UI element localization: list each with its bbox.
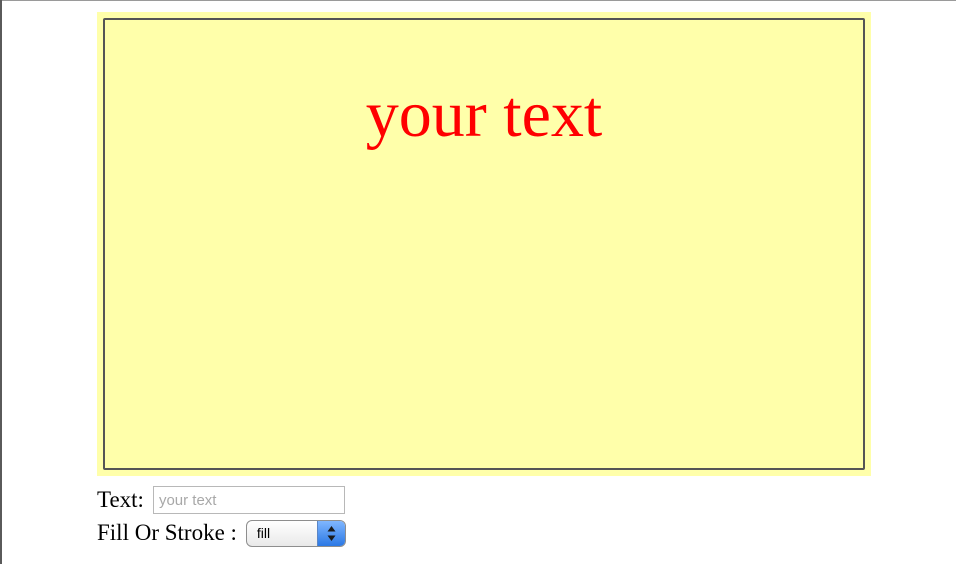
fill-stroke-label: Fill Or Stroke : <box>97 520 237 545</box>
canvas-text: your text <box>365 78 603 151</box>
fill-stroke-row: Fill Or Stroke : fill <box>97 519 346 547</box>
fill-stroke-selected-value: fill <box>256 524 271 541</box>
updown-arrows-icon <box>316 520 345 546</box>
drawing-canvas: your text <box>103 18 865 470</box>
fill-stroke-select[interactable]: fill <box>245 519 346 547</box>
text-input[interactable] <box>152 486 345 514</box>
text-label: Text: <box>97 487 144 512</box>
window-top-border <box>0 0 956 1</box>
canvas-container: your text <box>97 12 871 476</box>
window-left-border <box>0 0 2 564</box>
text-row: Text: <box>97 486 345 514</box>
